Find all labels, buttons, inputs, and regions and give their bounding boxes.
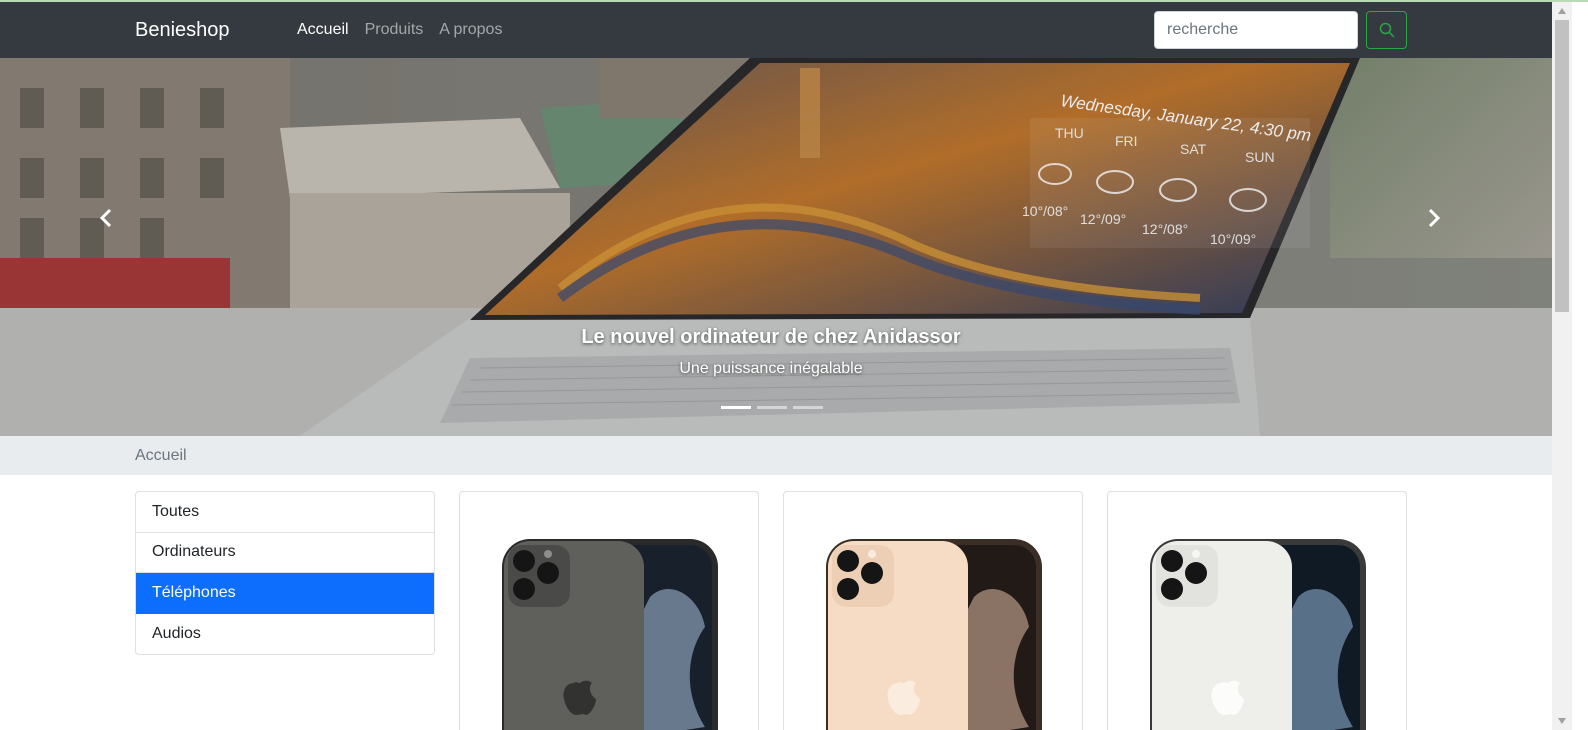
product-image-iphone-gray [502,539,718,730]
scroll-thumb[interactable] [1555,20,1569,312]
category-toutes[interactable]: Toutes [136,492,434,533]
chevron-right-icon [1428,208,1441,228]
triangle-down-icon [1558,718,1566,724]
nav-links: Accueil Produits A propos [297,21,502,39]
search-icon [1379,22,1394,38]
chevron-left-icon [99,208,112,228]
page: Benieshop Accueil Produits A propos rech… [0,0,1588,730]
product-image-iphone-silver [1150,539,1366,730]
carousel-indicator-2[interactable] [757,406,787,409]
scroll-down-button[interactable] [1552,712,1572,730]
carousel-prev-button[interactable] [86,198,126,238]
scroll-up-button[interactable] [1552,2,1572,20]
carousel-caption-title: Le nouvel ordinateur de chez Anidassor [581,326,961,348]
category-audios[interactable]: Audios [136,614,434,655]
breadcrumb-current: Accueil [135,447,187,464]
carousel-next-button[interactable] [1414,198,1454,238]
carousel-indicator-3[interactable] [793,406,823,409]
product-card[interactable] [459,491,759,730]
category-list: Toutes Ordinateurs Téléphones Audios [135,491,435,655]
category-ordinateurs[interactable]: Ordinateurs [136,533,434,573]
carousel-indicator-1[interactable] [721,406,751,409]
search-input[interactable] [1154,11,1358,49]
carousel-caption-subtitle: Une puissance inégalable [679,360,863,377]
breadcrumb: Accueil [0,436,1552,475]
product-image-iphone-gold [826,539,1042,730]
navbar: Benieshop Accueil Produits A propos [0,2,1572,58]
page-scrollbar[interactable] [1552,2,1572,730]
triangle-up-icon [1558,8,1566,14]
nav-link-a-propos[interactable]: A propos [439,21,502,39]
carousel-indicators [721,406,823,409]
category-telephones[interactable]: Téléphones [136,573,434,614]
hero-carousel: Wednesday, January 22, 4:30 pm THU FRI S… [0,58,1552,436]
search-button[interactable] [1366,11,1407,49]
product-card[interactable] [1107,491,1407,730]
brand-logo[interactable]: Benieshop [135,19,230,41]
carousel-slide-image: Wednesday, January 22, 4:30 pm THU FRI S… [0,58,1552,436]
nav-link-accueil[interactable]: Accueil [297,21,349,39]
product-card[interactable] [783,491,1083,730]
nav-link-produits[interactable]: Produits [365,21,424,39]
